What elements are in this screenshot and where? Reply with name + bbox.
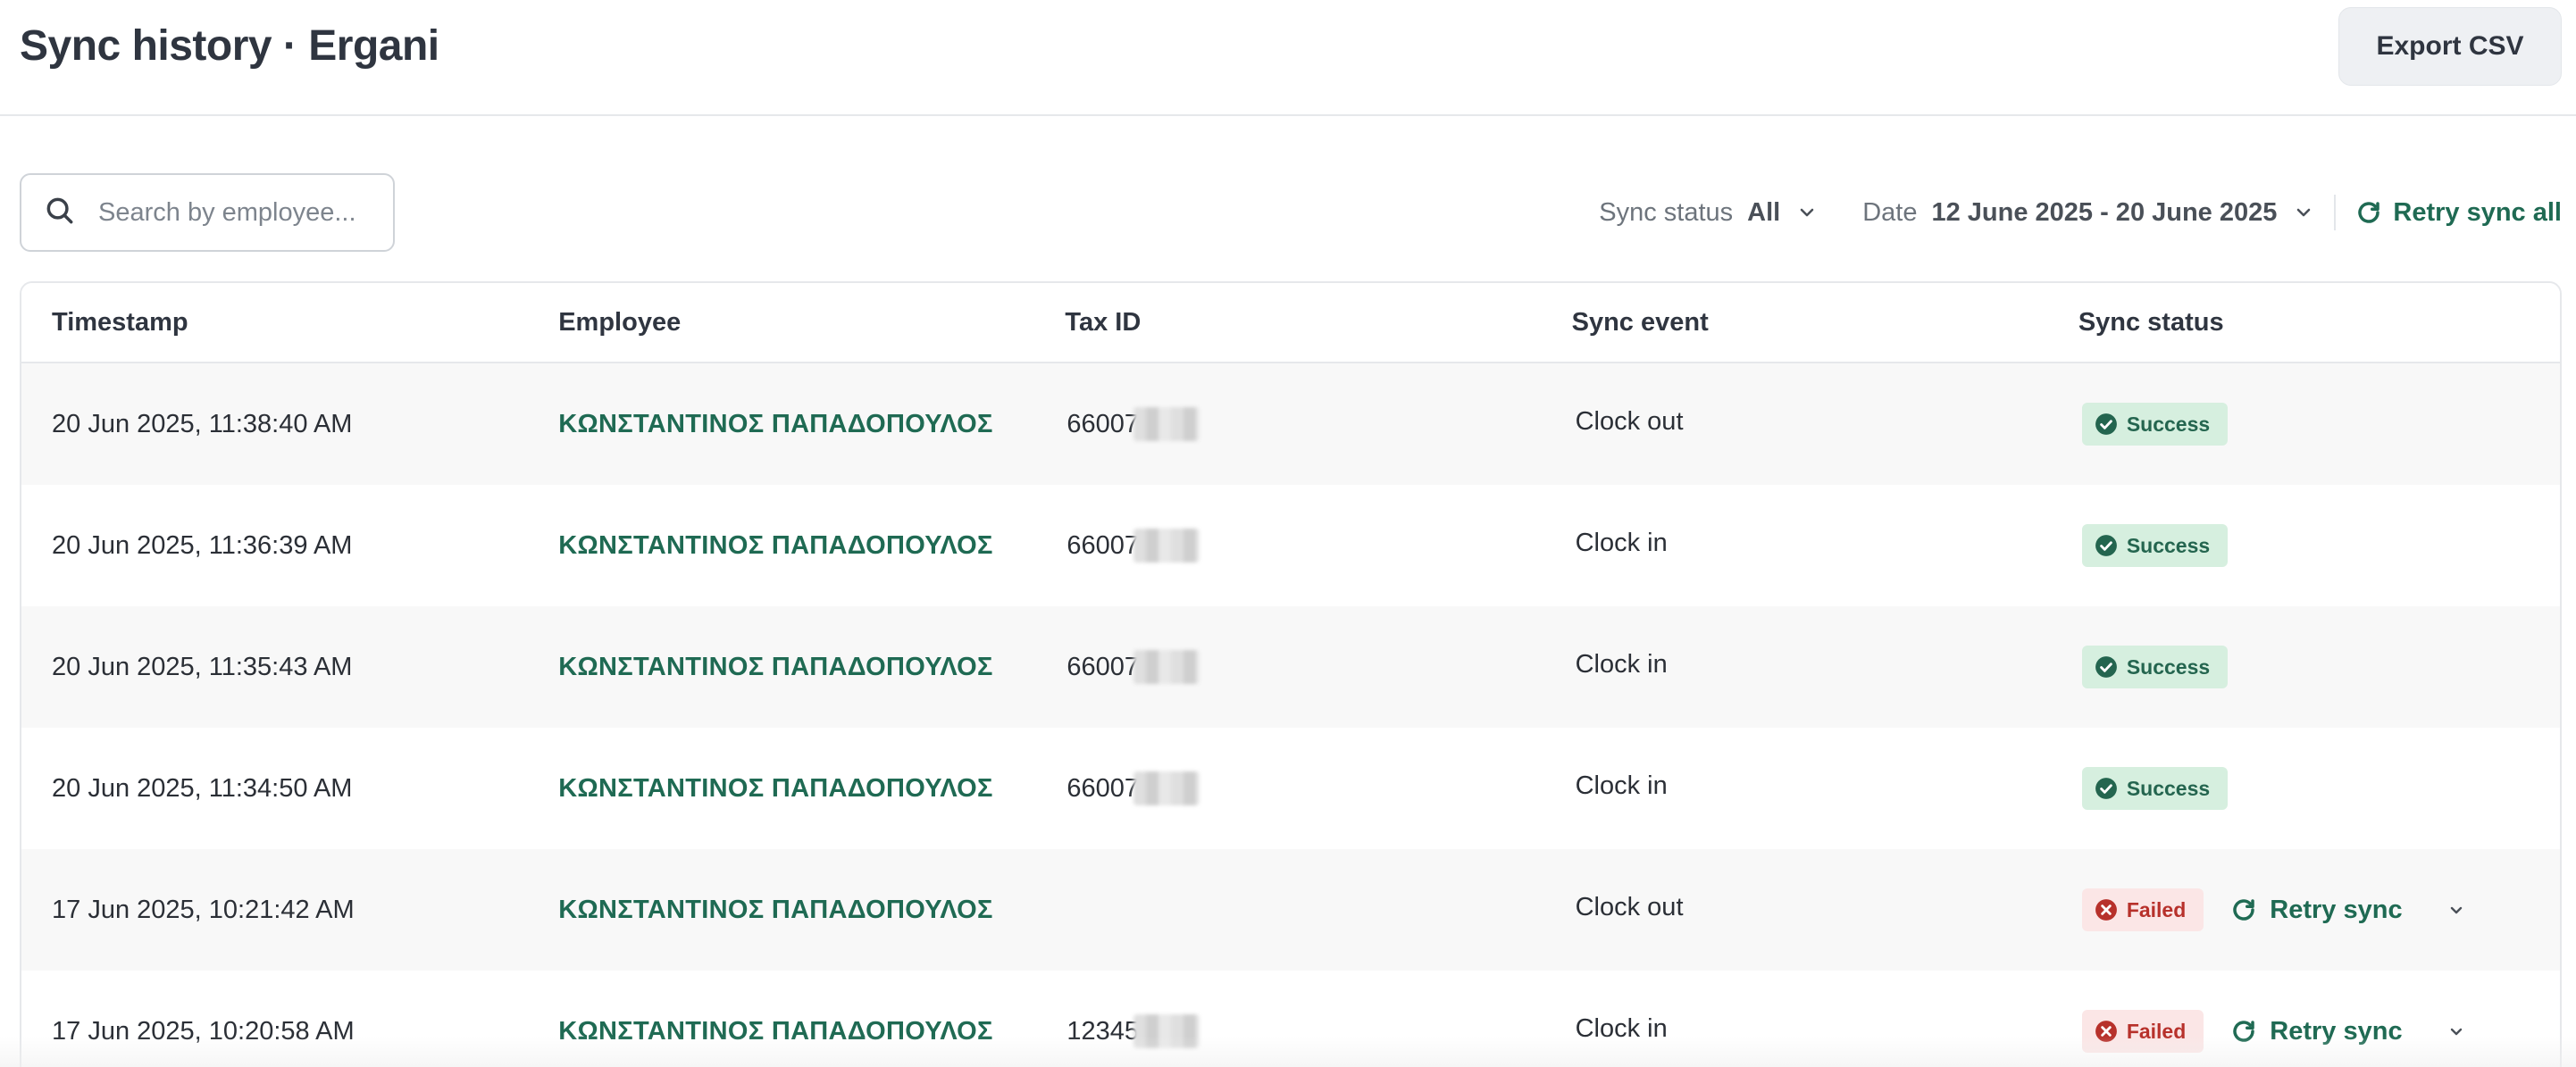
- tax-id-value: 66007: [1066, 652, 1140, 681]
- refresh-icon: [2233, 899, 2255, 921]
- sync-status-cell: Failed Retry sync: [2048, 888, 2560, 931]
- page-header: Sync history · Ergani Export CSV: [0, 0, 2576, 116]
- search-box[interactable]: [20, 173, 395, 252]
- retry-sync-label: Retry sync: [2270, 895, 2403, 924]
- timestamp-cell: 20 Jun 2025, 11:36:39 AM: [52, 530, 353, 560]
- check-circle-icon: [2095, 413, 2117, 435]
- timestamp-cell: 20 Jun 2025, 11:35:43 AM: [52, 652, 353, 681]
- check-circle-icon: [2095, 656, 2117, 678]
- employee-link[interactable]: ΚΩΝΣΤΑΝΤΙΝΟΣ ΠΑΠΑΔΟΠΟΥΛΟΣ: [528, 653, 1034, 682]
- table-body: 20 Jun 2025, 11:38:40 AM ΚΩΝΣΤΑΝΤΙΝΟΣ ΠΑ…: [21, 363, 2560, 1067]
- table-header: Timestamp Employee Tax ID Sync event Syn…: [21, 283, 2560, 363]
- redacted-blur: [1133, 407, 1200, 441]
- search-icon: [43, 194, 77, 232]
- retry-sync-button[interactable]: Retry sync: [2230, 1016, 2403, 1046]
- sync-history-table: Timestamp Employee Tax ID Sync event Syn…: [20, 281, 2562, 1067]
- status-badge: Success: [2081, 646, 2229, 688]
- tax-id-cell: 66007: [1034, 650, 1541, 684]
- employee-link[interactable]: ΚΩΝΣΤΑΝΤΙΝΟΣ ΠΑΠΑΔΟΠΟΥΛΟΣ: [528, 896, 1034, 925]
- status-badge-label: Success: [2126, 776, 2211, 800]
- divider: [2334, 195, 2337, 230]
- retry-sync-all-button[interactable]: Retry sync all: [2355, 198, 2562, 228]
- search-input[interactable]: [98, 197, 384, 228]
- status-badge: Failed: [2081, 1010, 2204, 1053]
- redacted-blur: [1133, 1014, 1200, 1048]
- chevron-down-icon: [1800, 208, 1814, 217]
- status-badge-label: Success: [2126, 412, 2211, 436]
- sync-status-cell: Success: [2048, 646, 2560, 688]
- sync-status-filter-value: All: [1747, 197, 1781, 227]
- timestamp-cell: 20 Jun 2025, 11:34:50 AM: [52, 773, 353, 803]
- timestamp-cell: 17 Jun 2025, 10:20:58 AM: [52, 1016, 355, 1046]
- sync-status-cell: Success: [2048, 767, 2560, 810]
- date-filter[interactable]: Date 12 June 2025 - 20 June 2025: [1862, 198, 2314, 228]
- employee-link[interactable]: ΚΩΝΣΤΑΝΤΙΝΟΣ ΠΑΠΑΔΟΠΟΥΛΟΣ: [528, 531, 1034, 561]
- sync-event-cell: Clock in: [1575, 1013, 1668, 1043]
- column-header-timestamp[interactable]: Timestamp: [21, 308, 528, 338]
- timestamp-cell: 17 Jun 2025, 10:21:42 AM: [52, 895, 355, 924]
- status-badge: Success: [2081, 524, 2229, 567]
- chevron-down-icon[interactable]: [2446, 1021, 2467, 1042]
- status-badge: Failed: [2081, 888, 2204, 931]
- table-row[interactable]: 20 Jun 2025, 11:34:50 AM ΚΩΝΣΤΑΝΤΙΝΟΣ ΠΑ…: [21, 728, 2560, 849]
- check-circle-icon: [2095, 535, 2117, 556]
- redacted-blur: [1133, 650, 1200, 684]
- table-row[interactable]: 20 Jun 2025, 11:35:43 AM ΚΩΝΣΤΑΝΤΙΝΟΣ ΠΑ…: [21, 606, 2560, 728]
- sync-status-filter-label: Sync status: [1599, 197, 1734, 227]
- tax-id-value: 66007: [1066, 530, 1140, 560]
- sync-event-cell: Clock in: [1575, 528, 1668, 557]
- sync-status-cell: Success: [2048, 524, 2560, 567]
- x-circle-icon: [2095, 1021, 2117, 1042]
- sync-status-cell: Success: [2048, 403, 2560, 446]
- tax-id-value: 12345: [1066, 1016, 1140, 1046]
- table-row[interactable]: 17 Jun 2025, 10:21:42 AM ΚΩΝΣΤΑΝΤΙΝΟΣ ΠΑ…: [21, 849, 2560, 971]
- tax-id-cell: 66007: [1034, 771, 1541, 805]
- status-badge: Success: [2081, 767, 2229, 810]
- retry-sync-all-label: Retry sync all: [2393, 197, 2562, 227]
- sync-event-cell: Clock in: [1575, 649, 1668, 679]
- redacted-blur: [1133, 529, 1200, 563]
- timestamp-cell: 20 Jun 2025, 11:38:40 AM: [52, 409, 353, 438]
- sync-status-cell: Failed Retry sync: [2048, 1010, 2560, 1053]
- column-header-tax-id[interactable]: Tax ID: [1034, 308, 1541, 338]
- x-circle-icon: [2095, 899, 2117, 921]
- status-badge-label: Success: [2126, 533, 2211, 557]
- tax-id-cell: 12345: [1034, 1014, 1541, 1048]
- status-badge-label: Success: [2126, 654, 2211, 679]
- table-row[interactable]: 20 Jun 2025, 11:38:40 AM ΚΩΝΣΤΑΝΤΙΝΟΣ ΠΑ…: [21, 363, 2560, 485]
- tax-id-value: 66007: [1066, 409, 1140, 438]
- employee-link[interactable]: ΚΩΝΣΤΑΝΤΙΝΟΣ ΠΑΠΑΔΟΠΟΥΛΟΣ: [528, 410, 1034, 439]
- retry-sync-button[interactable]: Retry sync: [2230, 895, 2403, 925]
- page-title: Sync history · Ergani: [20, 22, 439, 70]
- employee-link[interactable]: ΚΩΝΣΤΑΝΤΙΝΟΣ ΠΑΠΑΔΟΠΟΥΛΟΣ: [528, 1017, 1034, 1046]
- tax-id-value: 66007: [1066, 773, 1140, 803]
- refresh-icon: [2358, 202, 2380, 223]
- date-filter-value: 12 June 2025 - 20 June 2025: [1931, 197, 2278, 227]
- filters-bar: Sync status All Date 12 June 2025 - 20 J…: [1599, 173, 2562, 252]
- sync-event-cell: Clock in: [1575, 771, 1668, 800]
- status-badge-label: Failed: [2126, 897, 2187, 921]
- tax-id-cell: 66007: [1034, 529, 1541, 563]
- export-csv-button[interactable]: Export CSV: [2338, 7, 2562, 86]
- check-circle-icon: [2095, 778, 2117, 799]
- column-header-sync-event[interactable]: Sync event: [1542, 308, 2048, 338]
- sync-event-cell: Clock out: [1575, 406, 1684, 436]
- chevron-down-icon: [2297, 208, 2311, 217]
- table-row[interactable]: 20 Jun 2025, 11:36:39 AM ΚΩΝΣΤΑΝΤΙΝΟΣ ΠΑ…: [21, 485, 2560, 606]
- refresh-icon: [2233, 1021, 2255, 1042]
- sync-status-filter[interactable]: Sync status All: [1599, 198, 1818, 228]
- table-row[interactable]: 17 Jun 2025, 10:20:58 AM ΚΩΝΣΤΑΝΤΙΝΟΣ ΠΑ…: [21, 971, 2560, 1067]
- chevron-down-icon[interactable]: [2446, 899, 2467, 921]
- column-header-sync-status[interactable]: Sync status: [2048, 308, 2560, 338]
- employee-link[interactable]: ΚΩΝΣΤΑΝΤΙΝΟΣ ΠΑΠΑΔΟΠΟΥΛΟΣ: [528, 774, 1034, 804]
- date-filter-label: Date: [1862, 197, 1918, 227]
- redacted-blur: [1133, 771, 1200, 805]
- column-header-employee[interactable]: Employee: [528, 308, 1034, 338]
- status-badge: Success: [2081, 403, 2229, 446]
- sync-event-cell: Clock out: [1575, 892, 1684, 921]
- retry-sync-label: Retry sync: [2270, 1016, 2403, 1046]
- status-badge-label: Failed: [2126, 1019, 2187, 1043]
- tax-id-cell: 66007: [1034, 407, 1541, 441]
